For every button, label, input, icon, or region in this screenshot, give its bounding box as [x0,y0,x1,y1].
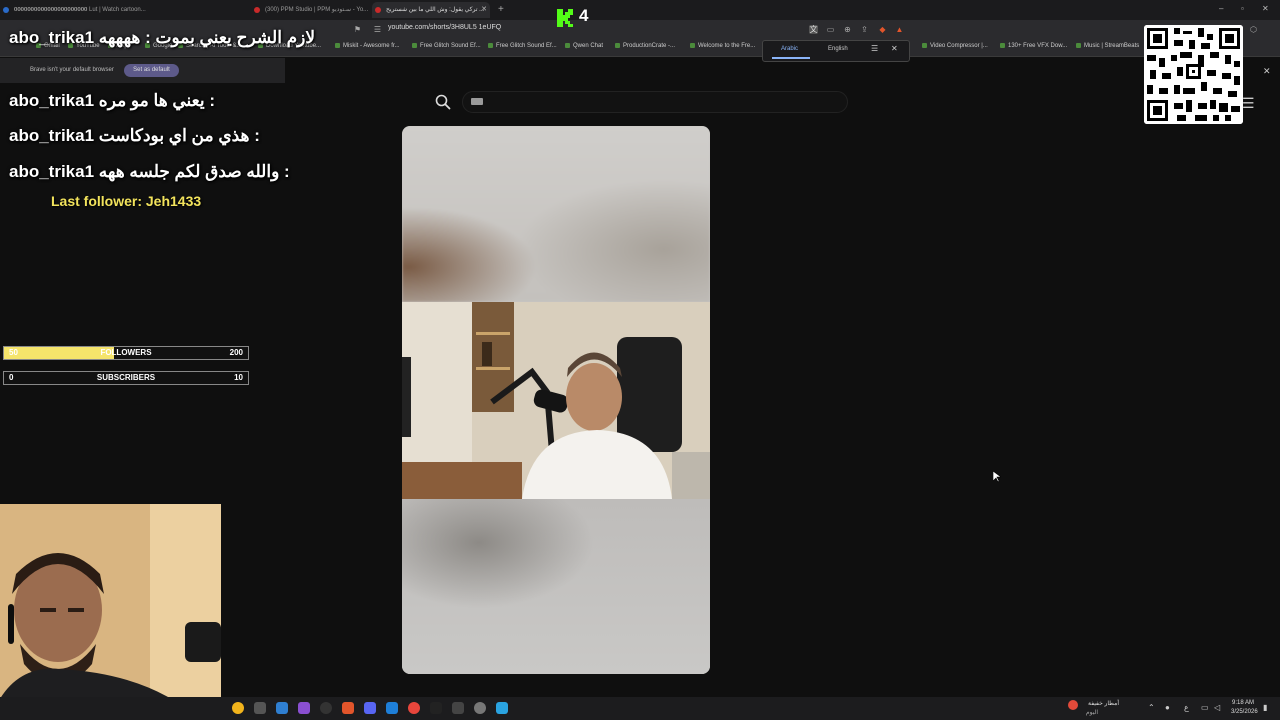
maximize-button[interactable]: ▫ [1241,4,1244,13]
new-tab-button[interactable]: + [498,4,504,15]
qr-code-icon [1144,25,1243,124]
mouse-cursor-icon [993,471,1001,483]
translate-tab-english[interactable]: English [828,46,848,52]
chrome-app-icon[interactable] [232,702,244,714]
last-follower-label: Last follower: Jeh1433 [51,193,202,209]
bookmark-item[interactable]: Video Compressor |... [922,43,988,49]
bookmark-item[interactable]: Qwen Chat [565,43,603,49]
network-icon[interactable]: ▭ [1201,703,1209,712]
share-icon[interactable]: ⇪ [860,25,869,34]
bookmark-icon[interactable]: ⚑ [353,25,362,34]
browser-tab[interactable]: 𝟎𝟎𝟎𝟎𝟎𝟎𝟎𝟎𝟎𝟎𝟎𝟎𝟎𝟎𝟎𝟎𝟎𝟎𝟎𝟎𝟎𝟎 Lut | Watch carto… [0,2,242,18]
translate-icon[interactable]: 文 [809,25,818,34]
minimize-button[interactable]: – [1219,4,1223,13]
chat-text: يعني ها مو مره : [98,91,215,110]
tab-title: تركي يقول: وش اللي ما بين شستريح ... [386,7,485,13]
followers-goal-bar: 50 FOLLOWERS 200 [3,346,249,360]
language-indicator[interactable]: ع [1184,703,1189,712]
cast-icon[interactable]: ▭ [826,25,835,34]
browser-tab[interactable]: (300) PPM Studio | PPM سـتوديو - Yo... [251,2,369,18]
clock-time[interactable]: 9:18 AM [1232,700,1254,706]
chat-message: abo_trika1 هذي من اي بودكاست : [9,126,260,146]
keyboard-icon[interactable] [471,98,483,105]
bookmark-item[interactable]: Welcome to the Fre... [690,43,755,49]
webcam-feed [0,504,221,720]
subscribers-goal-bar: 0 SUBSCRIBERS 10 [3,371,249,385]
clock-date[interactable]: 3/25/2026 [1231,709,1258,715]
chat-username: abo_trika1 [9,126,95,145]
youtube-favicon-icon [375,7,381,13]
search-icon[interactable] [434,93,452,111]
default-browser-text: Brave isn't your default browser [30,67,114,73]
chat-username: abo_trika1 [9,91,95,110]
settings-app-icon[interactable] [474,702,486,714]
close-window-button[interactable]: ✕ [1262,4,1269,13]
webcam-image [0,504,221,720]
menu-icon[interactable]: ☰ [1242,95,1255,112]
weather-text[interactable]: أمطار خفيفة [1083,700,1119,707]
bookmark-item[interactable]: Music | StreamBeats [1076,43,1139,49]
kick-logo-icon [557,9,573,27]
app-icon[interactable] [452,702,464,714]
chat-message: abo_trika1 يعني ها مو مره : [9,91,215,111]
translate-tab-arabic[interactable]: Arabic [781,46,798,52]
vpn-icon[interactable]: ⬡ [1249,25,1258,34]
weather-icon [1068,700,1078,710]
chat-message: abo_trika1 لازم الشرح يعني بموت : ههههه [9,28,315,48]
goal-target: 10 [234,373,243,382]
tab-favicon-icon [3,7,9,13]
goal-label: SUBSCRIBERS [96,373,156,382]
chevron-up-icon[interactable]: ⌃ [1148,703,1155,712]
chat-text: والله صدق لكم جلسه ههه : [98,162,290,181]
kick-viewer-count: 4 [579,6,589,25]
chat-text: لازم الشرح يعني بموت : ههههه [98,28,316,47]
telegram-app-icon[interactable] [496,702,508,714]
video-blurred-top [402,126,710,302]
brave-rewards-icon[interactable]: ▲ [895,25,904,34]
notification-icon[interactable]: ▮ [1263,703,1267,712]
video-frame [402,302,710,499]
translate-tab-indicator [772,57,810,59]
app-icon[interactable] [408,702,420,714]
bookmark-item[interactable]: Free Glitch Sound Ef... [412,43,481,49]
tab-title: (300) PPM Studio | PPM سـتوديو - Yo... [265,7,369,13]
bookmark-item[interactable]: ProductionCrate -... [615,43,675,49]
chat-username: abo_trika1 [9,162,95,181]
discord-app-icon[interactable] [364,702,376,714]
bookmark-item[interactable]: Free Glitch Sound Ef... [488,43,557,49]
chat-username: abo_trika1 [9,28,95,47]
chat-message: abo_trika1 والله صدق لكم جلسه ههه : [9,162,290,182]
zoom-icon[interactable]: ⊕ [843,25,852,34]
url-field[interactable]: youtube.com/shorts/3H8UL5 1eUFQ [388,24,501,31]
video-blurred-bottom [402,499,710,674]
search-input[interactable] [462,91,848,113]
chat-text: هذي من اي بودكاست : [98,126,260,145]
translate-close-icon[interactable]: ✕ [891,44,898,53]
site-settings-icon[interactable]: ☰ [373,25,382,34]
tab-title: 𝟎𝟎𝟎𝟎𝟎𝟎𝟎𝟎𝟎𝟎𝟎𝟎𝟎𝟎𝟎𝟎𝟎𝟎𝟎𝟎𝟎𝟎 Lut | Watch carto… [14,7,146,13]
video-scene-image [402,302,710,499]
goal-label: FOLLOWERS [100,348,152,357]
set-default-button[interactable]: Set as default [124,64,179,77]
app-icon[interactable] [298,702,310,714]
microphone-icon[interactable]: ● [1165,703,1170,712]
explorer-app-icon[interactable] [254,702,266,714]
weather-subtext: اليوم [1085,710,1098,716]
goal-target: 200 [229,348,243,357]
shorts-video-player[interactable] [402,126,710,674]
translate-menu-icon[interactable]: ☰ [871,44,878,53]
youtube-favicon-icon [254,7,260,13]
notepad-app-icon[interactable] [276,702,288,714]
obs-app-icon[interactable] [320,702,332,714]
tab-close-icon[interactable]: ✕ [481,2,487,18]
app-icon[interactable] [386,702,398,714]
browser-tab-active[interactable]: تركي يقول: وش اللي ما بين شستريح ... ✕ [372,2,490,18]
bookmark-item[interactable]: Miskit - Awesome fr... [335,43,400,49]
bookmark-item[interactable]: 130+ Free VFX Dow... [1000,43,1067,49]
capcut-app-icon[interactable] [430,702,442,714]
volume-icon[interactable]: ◁ [1214,703,1220,712]
brave-app-icon[interactable] [342,702,354,714]
close-icon[interactable]: ✕ [1263,66,1271,77]
brave-shields-icon[interactable]: ◆ [878,25,887,34]
